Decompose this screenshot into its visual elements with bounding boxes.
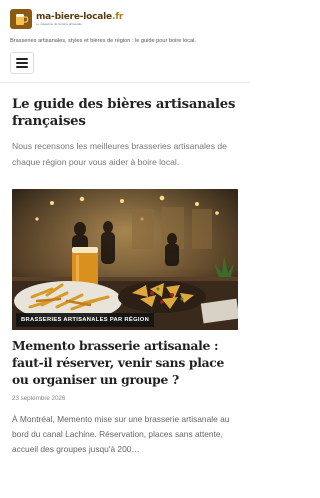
menu-button[interactable] <box>10 52 34 74</box>
article-card[interactable]: BRASSERIES ARTISANALES PAR RÉGION Mement… <box>12 189 238 457</box>
intro-text: Nous recensons les meilleures brasseries… <box>12 141 227 167</box>
site-logo[interactable]: ma-biere-locale.fr Le magazine de la biè… <box>10 8 240 30</box>
logo-name: ma-biere-locale.fr <box>36 11 124 22</box>
category-badge[interactable]: BRASSERIES ARTISANALES PAR RÉGION <box>16 313 155 327</box>
article-title[interactable]: Memento brasserie artisanale : faut-il r… <box>12 337 238 388</box>
site-tagline: Brasseries artisanales, styles et bières… <box>10 38 196 44</box>
page-title: Le guide des bières artisanales français… <box>12 97 236 129</box>
article-date: 23 septembre 2026 <box>12 395 66 402</box>
intro-section: Le guide des bières artisanales français… <box>0 83 250 170</box>
article-excerpt: À Montréal, Memento mise sur une brasser… <box>12 414 230 454</box>
article-image[interactable]: BRASSERIES ARTISANALES PAR RÉGION <box>12 189 238 330</box>
site-header: ma-biere-locale.fr Le magazine de la biè… <box>0 0 250 74</box>
logo-subtitle: Le magazine de la bière artisanale <box>36 21 82 26</box>
beer-glass-logo-icon <box>10 9 32 29</box>
hamburger-menu-icon <box>16 58 28 60</box>
